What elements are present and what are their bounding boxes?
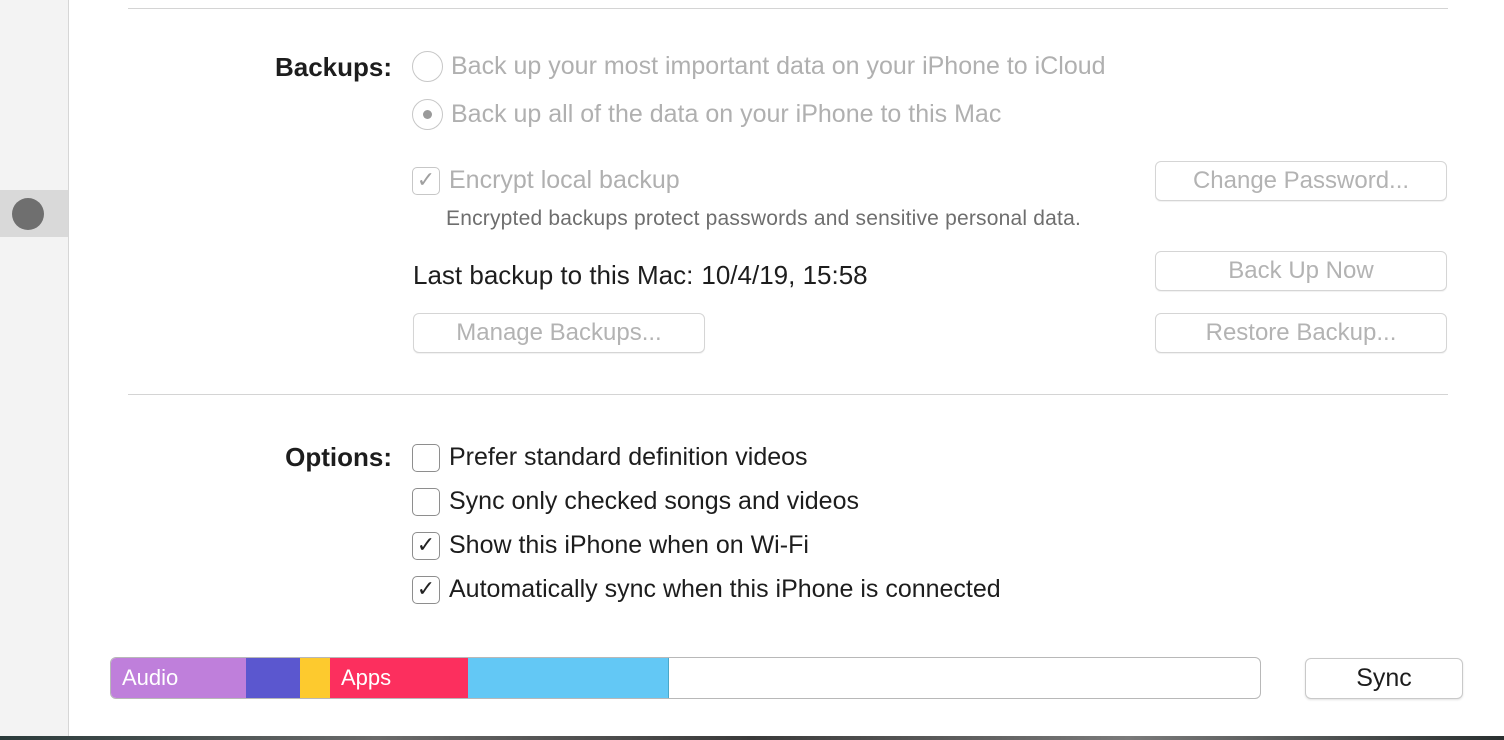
last-backup-label: Last backup to this Mac: [413, 260, 694, 290]
storage-segment[interactable] [300, 658, 330, 698]
separator [128, 8, 1448, 9]
device-icon [12, 198, 44, 230]
storage-segment-audio[interactable]: Audio [111, 658, 246, 698]
option-auto-sync[interactable]: ✓ Automatically sync when this iPhone is… [412, 575, 1001, 604]
storage-segment[interactable] [246, 658, 300, 698]
sidebar [0, 0, 69, 740]
storage-segment-label: Apps [341, 665, 392, 690]
option-label: Sync only checked songs and videos [449, 487, 859, 515]
sync-button[interactable]: Sync [1305, 658, 1463, 699]
desktop-background-strip [0, 736, 1504, 740]
storage-segment-label: Audio [122, 665, 179, 690]
option-label: Show this iPhone when on Wi-Fi [449, 531, 809, 559]
last-backup-info: Last backup to this Mac: 10/4/19, 15:58 [413, 260, 868, 291]
options-label: Options: [285, 442, 392, 472]
option-show-wifi[interactable]: ✓ Show this iPhone when on Wi-Fi [412, 531, 809, 560]
option-checkbox[interactable] [412, 487, 440, 516]
encrypt-checkbox-label: Encrypt local backup [449, 166, 680, 194]
manage-backups-button[interactable]: Manage Backups... [413, 313, 705, 353]
storage-segment[interactable] [468, 658, 669, 698]
option-label: Prefer standard definition videos [449, 443, 808, 471]
backup-mac-option[interactable]: Back up all of the data on your iPhone t… [412, 99, 1001, 130]
radio-mac-label: Back up all of the data on your iPhone t… [451, 100, 1002, 128]
storage-bar[interactable]: Audio Apps [110, 657, 1261, 699]
radio-icloud[interactable] [412, 51, 443, 82]
option-checkbox[interactable]: ✓ [412, 575, 440, 604]
option-label: Automatically sync when this iPhone is c… [449, 575, 1001, 603]
encrypt-checkbox[interactable]: ✓ [412, 166, 440, 195]
encrypt-description: Encrypted backups protect passwords and … [446, 207, 1081, 230]
option-sync-checked[interactable]: Sync only checked songs and videos [412, 487, 859, 516]
storage-segment-apps[interactable]: Apps [330, 658, 468, 698]
back-up-now-button[interactable]: Back Up Now [1155, 251, 1447, 291]
radio-mac[interactable] [412, 99, 443, 130]
backups-label: Backups: [274, 52, 392, 82]
radio-icloud-label: Back up your most important data on your… [451, 52, 1106, 80]
encrypt-local-backup-option[interactable]: ✓ Encrypt local backup [412, 166, 680, 195]
option-checkbox[interactable]: ✓ [412, 531, 440, 560]
restore-backup-button[interactable]: Restore Backup... [1155, 313, 1447, 353]
backup-icloud-option[interactable]: Back up your most important data on your… [412, 51, 1106, 82]
separator [128, 394, 1448, 395]
last-backup-value: 10/4/19, 15:58 [701, 260, 868, 290]
change-password-button[interactable]: Change Password... [1155, 161, 1447, 201]
option-prefer-sd[interactable]: Prefer standard definition videos [412, 443, 808, 472]
option-checkbox[interactable] [412, 443, 440, 472]
